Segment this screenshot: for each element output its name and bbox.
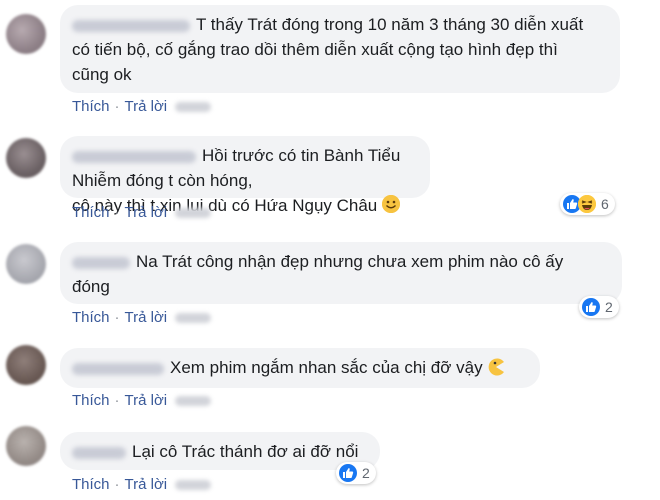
timestamp[interactable]: [175, 101, 212, 112]
reply-link[interactable]: Trả lời: [125, 476, 168, 493]
reply-link[interactable]: Trả lời: [125, 98, 168, 115]
like-link[interactable]: Thích: [72, 98, 110, 115]
reaction-summary[interactable]: 6: [560, 193, 615, 215]
comment-text-line: T thấy Trát đóng trong 10 năm 3 tháng 30…: [196, 15, 584, 34]
separator: ·: [114, 392, 120, 409]
comment-actions: Thích · Trả lời: [72, 204, 212, 221]
haha-reaction-icon: [578, 195, 596, 213]
avatar[interactable]: [6, 426, 46, 466]
commenter-name[interactable]: [72, 150, 196, 163]
reply-link[interactable]: Trả lời: [125, 204, 168, 221]
comment-text-line: Lại cô Trác thánh đơ ai đỡ nổi: [132, 442, 359, 461]
commenter-name[interactable]: [72, 446, 126, 459]
reaction-count: 2: [605, 299, 613, 315]
avatar[interactable]: [6, 14, 46, 54]
separator: ·: [114, 98, 120, 115]
reaction-summary[interactable]: 2: [579, 296, 619, 318]
commenter-name[interactable]: [72, 256, 130, 269]
reaction-count: 6: [601, 196, 609, 212]
comment-text-line: Na Trát công nhận đẹp nhưng chưa xem phi…: [136, 252, 564, 271]
separator: ·: [114, 476, 120, 493]
comment-actions: Thích · Trả lời: [72, 309, 212, 326]
comment-bubble: Na Trát công nhận đẹp nhưng chưa xem phi…: [60, 242, 622, 304]
commenter-name[interactable]: [72, 362, 164, 375]
like-link[interactable]: Thích: [72, 204, 110, 221]
comment-text-line: cũng ok: [72, 65, 132, 84]
comment-bubble: Hồi trước có tin Bành Tiểu Nhiễm đóng t …: [60, 136, 430, 215]
reaction-summary[interactable]: 2: [336, 462, 376, 484]
like-link[interactable]: Thích: [72, 476, 110, 493]
separator: ·: [114, 309, 120, 326]
timestamp[interactable]: [175, 312, 212, 323]
comment-actions: Thích · Trả lời: [72, 392, 212, 409]
comment-actions: Thích · Trả lời: [72, 98, 212, 115]
reply-link[interactable]: Trả lời: [125, 392, 168, 409]
reply-link[interactable]: Trả lời: [125, 309, 168, 326]
timestamp[interactable]: [175, 395, 212, 406]
pacman-emoji-icon: [487, 358, 505, 376]
timestamp[interactable]: [175, 207, 212, 218]
comment-bubble: T thấy Trát đóng trong 10 năm 3 tháng 30…: [60, 5, 620, 93]
like-link[interactable]: Thích: [72, 309, 110, 326]
avatar[interactable]: [6, 138, 46, 178]
comment-text-line: Xem phim ngắm nhan sắc của chị đỡ vậy: [170, 358, 483, 377]
comment-text-line: đóng: [72, 277, 110, 296]
comment-actions: Thích · Trả lời: [72, 476, 212, 493]
reaction-count: 2: [362, 465, 370, 481]
like-reaction-icon: [582, 298, 600, 316]
smile-emoji-icon: [382, 195, 400, 213]
avatar[interactable]: [6, 244, 46, 284]
commenter-name[interactable]: [72, 19, 190, 32]
comment-text-line: có tiến bộ, cố gắng trao dồi thêm diễn x…: [72, 40, 558, 59]
avatar[interactable]: [6, 345, 46, 385]
comment-bubble: Lại cô Trác thánh đơ ai đỡ nổi: [60, 432, 380, 470]
comment-bubble: Xem phim ngắm nhan sắc của chị đỡ vậy: [60, 348, 540, 388]
like-reaction-icon: [339, 464, 357, 482]
separator: ·: [114, 204, 120, 221]
like-link[interactable]: Thích: [72, 392, 110, 409]
timestamp[interactable]: [175, 479, 212, 490]
